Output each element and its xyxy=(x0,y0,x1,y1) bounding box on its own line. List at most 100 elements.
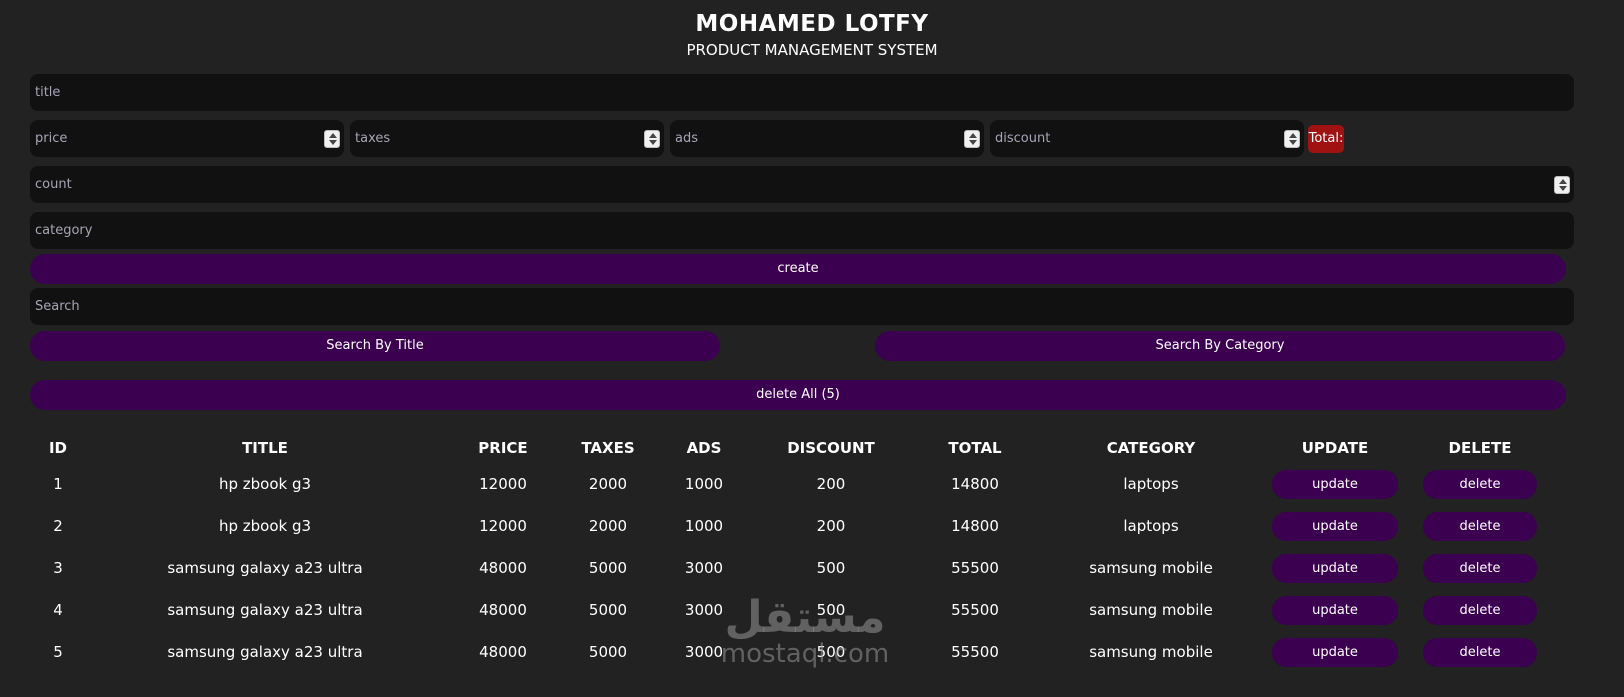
cell-title: samsung galaxy a23 ultra xyxy=(167,643,363,661)
cell-title: samsung galaxy a23 ultra xyxy=(167,601,363,619)
price-placeholder: price xyxy=(35,131,68,146)
cell-taxes: 5000 xyxy=(588,643,628,661)
page-header: MOHAMED LOTFY PRODUCT MANAGEMENT SYSTEM xyxy=(0,0,1624,60)
column-header-update: UPDATE xyxy=(1301,439,1369,457)
update-button[interactable]: update xyxy=(1272,595,1398,625)
table-row: 1 hp zbook g3 12000 2000 1000 200 14800 … xyxy=(30,463,1550,505)
cell-ads: 3000 xyxy=(684,559,724,577)
column-header-taxes: TAXES xyxy=(581,439,635,457)
cell-price: 12000 xyxy=(479,517,527,535)
cell-id: 2 xyxy=(53,517,63,535)
taxes-stepper-icon[interactable] xyxy=(644,130,660,148)
update-button[interactable]: update xyxy=(1272,511,1398,541)
cell-category: samsung mobile xyxy=(1089,559,1213,577)
ads-stepper-icon[interactable] xyxy=(964,130,980,148)
search-by-category-button[interactable]: Search By Category xyxy=(875,331,1565,361)
cell-taxes: 5000 xyxy=(588,601,628,619)
cell-ads: 3000 xyxy=(684,601,724,619)
cell-ads: 1000 xyxy=(684,517,724,535)
update-button[interactable]: update xyxy=(1272,637,1398,667)
price-stepper-icon[interactable] xyxy=(324,130,340,148)
cell-ads: 3000 xyxy=(684,643,724,661)
cell-title: samsung galaxy a23 ultra xyxy=(167,559,363,577)
taxes-placeholder: taxes xyxy=(355,131,391,146)
cell-category: samsung mobile xyxy=(1089,601,1213,619)
taxes-input[interactable]: taxes xyxy=(350,120,664,157)
cell-discount: 200 xyxy=(816,517,846,535)
price-input[interactable]: price xyxy=(30,120,344,157)
cell-update: update xyxy=(1260,589,1410,631)
cell-id: 5 xyxy=(53,643,63,661)
delete-button[interactable]: delete xyxy=(1423,553,1537,583)
search-by-title-button[interactable]: Search By Title xyxy=(30,331,720,361)
cell-total: 55500 xyxy=(951,601,999,619)
title-placeholder: title xyxy=(35,85,61,100)
column-header-category: CATEGORY xyxy=(1106,439,1196,457)
cell-price: 48000 xyxy=(479,601,527,619)
brand-title: MOHAMED LOTFY xyxy=(695,11,929,37)
count-placeholder: count xyxy=(35,177,72,192)
cell-price: 12000 xyxy=(479,475,527,493)
cell-taxes: 2000 xyxy=(588,475,628,493)
cell-price: 48000 xyxy=(479,559,527,577)
cell-discount: 200 xyxy=(816,475,846,493)
column-header-delete: DELETE xyxy=(1448,439,1512,457)
column-header-ads: ADS xyxy=(686,439,722,457)
cell-total: 14800 xyxy=(951,475,999,493)
table-header-row: ID TITLE PRICE TAXES ADS DISCOUNT TOTAL … xyxy=(30,433,1550,463)
discount-input[interactable]: discount xyxy=(990,120,1304,157)
count-stepper-icon[interactable] xyxy=(1554,176,1570,194)
cell-total: 55500 xyxy=(951,643,999,661)
total-badge: Total: xyxy=(1308,125,1344,153)
cell-id: 4 xyxy=(53,601,63,619)
column-header-id: ID xyxy=(48,439,68,457)
cell-update: update xyxy=(1260,505,1410,547)
cell-discount: 500 xyxy=(816,559,846,577)
column-header-total: TOTAL xyxy=(948,439,1002,457)
cell-delete: delete xyxy=(1410,505,1550,547)
cell-discount: 500 xyxy=(816,601,846,619)
count-input[interactable]: count xyxy=(30,166,1574,203)
cell-taxes: 5000 xyxy=(588,559,628,577)
column-header-price: PRICE xyxy=(478,439,528,457)
cell-category: laptops xyxy=(1123,475,1179,493)
cell-category: samsung mobile xyxy=(1089,643,1213,661)
search-placeholder: Search xyxy=(35,299,80,314)
table-row: 3 samsung galaxy a23 ultra 48000 5000 30… xyxy=(30,547,1550,589)
cell-discount: 500 xyxy=(816,643,846,661)
cell-delete: delete xyxy=(1410,589,1550,631)
update-button[interactable]: update xyxy=(1272,469,1398,499)
table-row: 4 samsung galaxy a23 ultra 48000 5000 30… xyxy=(30,589,1550,631)
ads-placeholder: ads xyxy=(675,131,698,146)
column-header-title: TITLE xyxy=(242,439,288,457)
delete-all-button[interactable]: delete All (5) xyxy=(30,380,1566,410)
table-row: 2 hp zbook g3 12000 2000 1000 200 14800 … xyxy=(30,505,1550,547)
product-management-page: MOHAMED LOTFY PRODUCT MANAGEMENT SYSTEM … xyxy=(0,0,1624,697)
cell-delete: delete xyxy=(1410,631,1550,673)
cell-update: update xyxy=(1260,463,1410,505)
search-input[interactable]: Search xyxy=(30,288,1574,325)
products-table: ID TITLE PRICE TAXES ADS DISCOUNT TOTAL … xyxy=(30,433,1550,673)
discount-placeholder: discount xyxy=(995,131,1051,146)
cell-id: 1 xyxy=(53,475,63,493)
ads-input[interactable]: ads xyxy=(670,120,984,157)
cell-update: update xyxy=(1260,631,1410,673)
title-input[interactable]: title xyxy=(30,74,1574,111)
cell-ads: 1000 xyxy=(684,475,724,493)
category-placeholder: category xyxy=(35,223,93,238)
page-subtitle: PRODUCT MANAGEMENT SYSTEM xyxy=(686,41,938,59)
cell-total: 14800 xyxy=(951,517,999,535)
cell-id: 3 xyxy=(53,559,63,577)
delete-button[interactable]: delete xyxy=(1423,469,1537,499)
delete-button[interactable]: delete xyxy=(1423,637,1537,667)
cell-title: hp zbook g3 xyxy=(218,517,312,535)
delete-button[interactable]: delete xyxy=(1423,595,1537,625)
cell-category: laptops xyxy=(1123,517,1179,535)
discount-stepper-icon[interactable] xyxy=(1284,130,1300,148)
create-button[interactable]: create xyxy=(30,254,1566,284)
update-button[interactable]: update xyxy=(1272,553,1398,583)
category-input[interactable]: category xyxy=(30,212,1574,249)
cell-total: 55500 xyxy=(951,559,999,577)
delete-button[interactable]: delete xyxy=(1423,511,1537,541)
cell-taxes: 2000 xyxy=(588,517,628,535)
